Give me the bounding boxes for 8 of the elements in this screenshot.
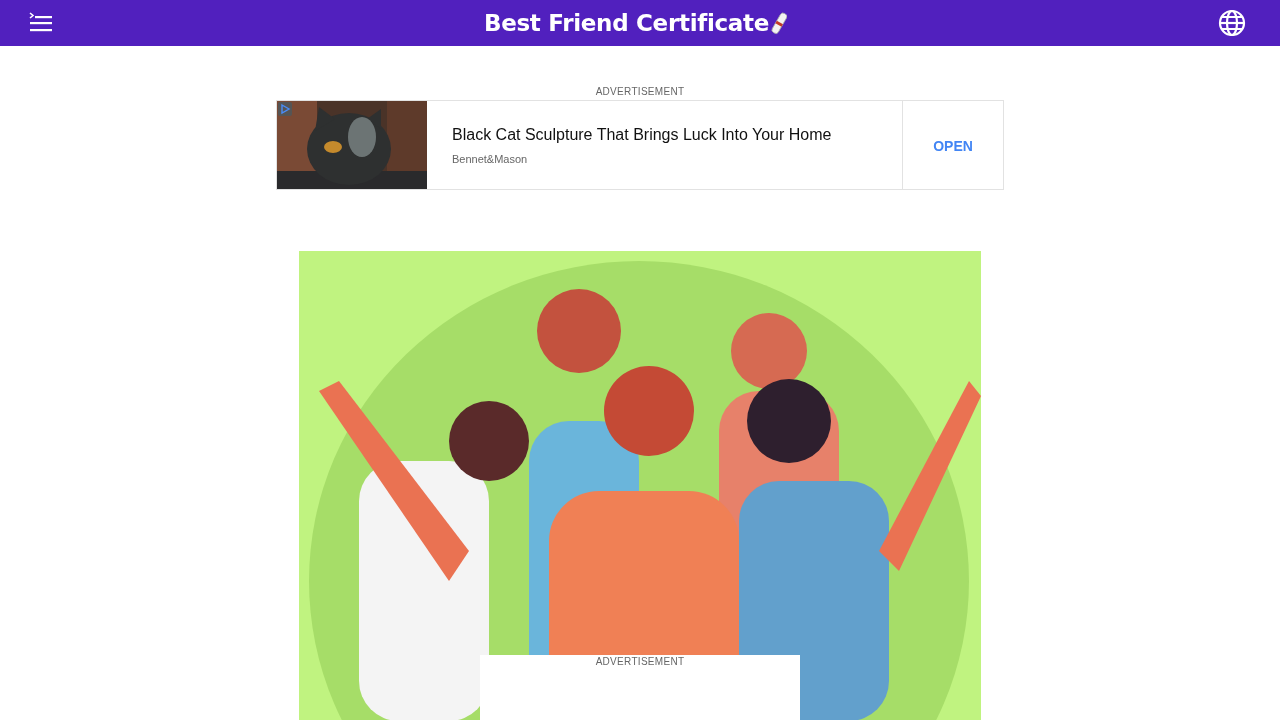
ad-label: ADVERTISEMENT (594, 85, 686, 99)
ad-banner[interactable]: Black Cat Sculpture That Brings Luck Into Your Home Bennet&Mason OPEN (276, 100, 1004, 190)
ad-headline[interactable]: Black Cat Sculpture That Brings Luck Into Your Home (452, 126, 902, 144)
site-title: Best Friend Certificate (483, 10, 770, 36)
globe-icon[interactable] (1218, 9, 1246, 37)
ad-label: ADVERTISEMENT (594, 655, 686, 669)
advertiser-name: Bennet&Mason (452, 153, 529, 165)
menu-icon[interactable] (29, 12, 53, 34)
